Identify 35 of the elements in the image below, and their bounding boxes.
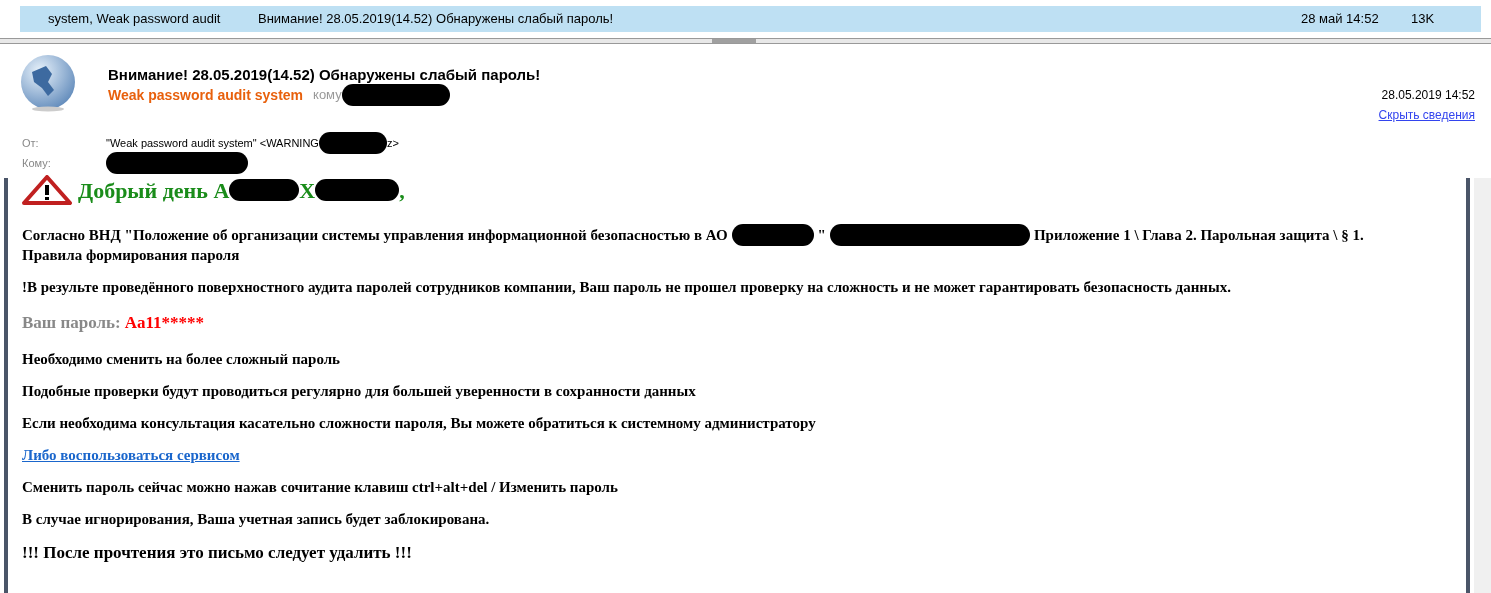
text: z> xyxy=(386,135,399,151)
text: Правила формирования пароля xyxy=(22,246,240,264)
redaction-mark xyxy=(229,179,300,201)
paragraph: !В результе проведённого поверхностного аудита паролей сотрудников компании, Ваш пароль не прошел проверку на сложность и не может гарантировать безопасность данных. xyxy=(22,278,1232,296)
text: "Weak password audit system" <WARNING xyxy=(106,135,319,151)
globe-icon xyxy=(18,52,78,112)
redaction-mark xyxy=(318,132,387,154)
paragraph: Необходимо сменить на более сложный пароль xyxy=(22,349,342,368)
text: " xyxy=(817,226,826,244)
paragraph: Подобные проверки будут проводиться регулярно для большей уверенности в сохранности данных xyxy=(22,381,697,400)
password-label: Ваш пароль: xyxy=(22,312,121,334)
text: Х xyxy=(299,176,316,205)
date-text: 28.05.2019 14:52 xyxy=(1381,87,1475,104)
text: Согласно ВНД "Положение об организации системы управления информационной безопасностью в АО xyxy=(22,226,728,244)
date-text: 28 май 14:52 xyxy=(1301,10,1380,29)
field-label: От: xyxy=(22,135,40,151)
paragraph: Сменить пароль сейчас можно нажав сочитание клавиш ctrl+alt+del / Изменить пароль xyxy=(22,477,619,496)
paragraph: В случае игнорирования, Ваша учетная запись будет заблокирована. xyxy=(22,509,491,528)
subject-text: Внимание! 28.05.2019(14.52) Обнаружены слабый пароль! xyxy=(257,10,615,29)
text: Приложение 1 \ Глава 2. Парольная защита \ § 1. xyxy=(1033,226,1364,244)
message-row[interactable]: system, Weak password audit Внимание! 28.05.2019(14.52) Обнаружены слабый пароль! 28 май 14:52 13K xyxy=(20,6,1481,32)
sender-text: system, Weak password audit xyxy=(47,10,222,29)
subject-heading: Внимание! 28.05.2019(14.52) Обнаружены слабый пароль! xyxy=(108,65,541,85)
warning-paragraph: !!! После прочтения это письмо следует удалить !!! xyxy=(22,541,413,564)
text: , xyxy=(399,176,405,205)
text: кому xyxy=(313,86,342,105)
size-text: 13K xyxy=(1411,10,1436,29)
field-label: Кому: xyxy=(22,155,52,171)
service-link[interactable]: Либо воспользоваться сервисом xyxy=(22,446,240,463)
paragraph: Если необходима консультация касательно сложности пароля, Вы можете обратиться к системному администратору xyxy=(22,413,817,432)
sender-name: Weak password audit system xyxy=(108,85,304,105)
warning-icon xyxy=(22,175,72,205)
password-value: Aa11***** xyxy=(124,312,204,334)
hide-details-link[interactable]: Скрыть сведения xyxy=(1378,106,1475,124)
text: Добрый день А xyxy=(78,176,230,205)
